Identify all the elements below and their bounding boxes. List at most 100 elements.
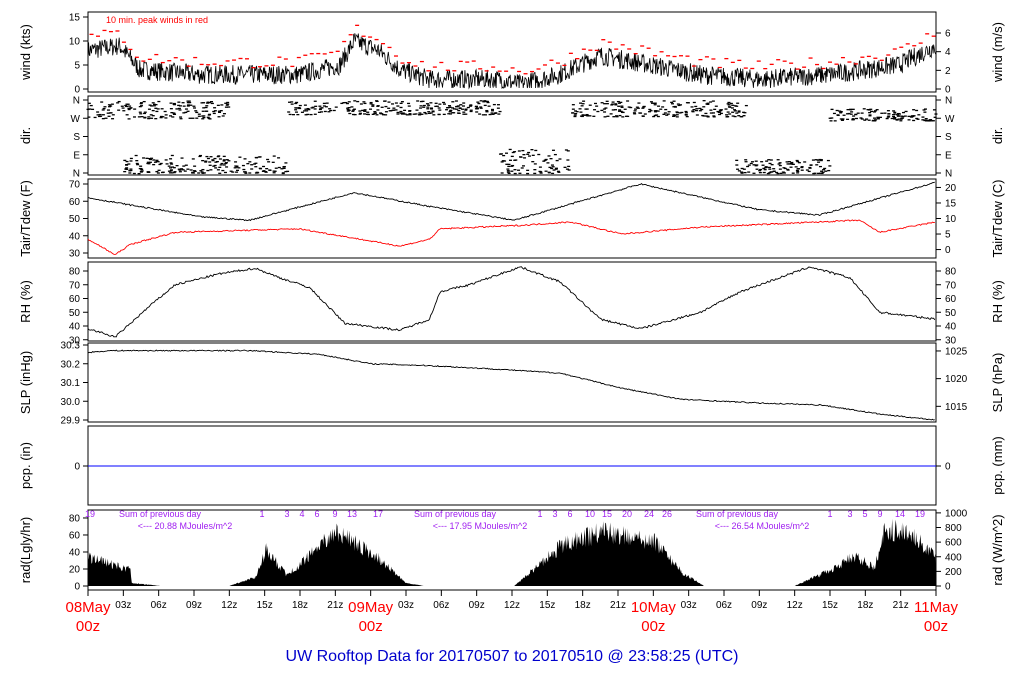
dir-point [507,165,511,168]
dir-point [767,159,771,161]
dir-point [728,113,732,115]
x-tick-label: 21z [610,600,626,611]
dir-point [306,113,310,116]
y-tick-label: 5 [74,61,80,72]
dir-point [571,104,575,106]
dir-point [537,153,541,156]
y-tick-label: 15 [69,13,81,24]
dir-point [110,103,114,105]
dir-point [585,114,589,117]
dir-point [922,109,926,111]
dir-point [610,104,614,106]
peak-wind-mark [517,70,522,73]
y-tick-label: 60 [69,294,81,305]
dir-point [442,101,446,104]
dir-point [736,102,740,104]
dir-point [400,113,404,115]
peak-wind-mark [594,49,599,52]
date-hour-label: 00z [641,618,665,635]
dir-point [747,171,751,173]
dir-point [362,101,366,103]
dir-point [399,106,403,109]
dir-point [136,163,140,166]
dir-point [145,157,149,159]
dir-point [155,110,159,113]
dir-point [348,112,352,115]
dir-point [767,166,771,169]
y-tick-label-right: 40 [945,322,957,333]
y-tick-label: 80 [69,267,81,278]
dir-point [273,170,277,172]
dir-point [133,108,137,110]
dir-point [380,106,384,108]
peak-wind-mark [238,57,243,60]
dir-point [667,111,671,113]
y-axis-label-right: Tair/Tdew (C) [990,179,1005,257]
y-tick-label: S [73,132,80,143]
dir-point [478,113,482,115]
dir-point [521,149,525,152]
dir-point [852,115,856,117]
dir-point [860,112,864,114]
peak-wind-mark [426,70,431,72]
dir-point [627,106,631,108]
x-tick-label: 06z [151,600,167,611]
dir-point [638,112,642,114]
dir-point [218,172,222,174]
dir-point [500,172,504,174]
dir-point [752,164,756,166]
dir-point [277,166,281,169]
dir-point [206,102,210,104]
dir-point [520,167,524,169]
dir-point [452,108,456,110]
dir-point [181,169,185,171]
dir-point [522,153,526,156]
peak-wind-mark [329,51,334,54]
dir-point [461,105,465,107]
dir-point [488,113,492,116]
dir-point [832,112,836,115]
dir-point [691,110,695,112]
dir-point [481,114,485,116]
y-tick-label-right: 0 [945,85,951,96]
dir-point [403,109,407,112]
dir-point [125,160,129,163]
dir-point [533,163,537,165]
dir-point [140,116,144,118]
dir-point [479,106,483,108]
dir-point [369,101,373,104]
dir-point [224,162,228,165]
dir-point [538,170,542,173]
peak-wind-mark [627,48,632,50]
dir-point [117,109,121,111]
dir-point [713,108,717,111]
dir-point [496,104,500,106]
dir-point [714,105,718,107]
dir-point [281,172,285,174]
peak-wind-mark [808,57,813,59]
dir-point [539,172,543,174]
dir-point [621,111,625,113]
dir-point [617,102,621,104]
dir-point [200,102,204,104]
dir-point [776,172,780,175]
dir-point [458,107,462,109]
dir-point [215,160,219,163]
dir-point [672,100,676,102]
dir-point [743,112,747,114]
dir-point [742,168,746,170]
peak-wind-mark [419,60,424,63]
dir-point [423,111,427,114]
dir-point [873,117,877,119]
peak-wind-mark [620,44,625,46]
dir-point [93,116,97,119]
peak-wind-mark [555,62,560,64]
peak-wind-mark [776,59,781,61]
x-tick-label: 15z [539,600,555,611]
dir-point [422,106,426,108]
dir-point [695,114,699,116]
dir-point [596,110,600,113]
dir-point [544,158,548,161]
dir-point [513,172,517,175]
dir-point [169,102,173,104]
